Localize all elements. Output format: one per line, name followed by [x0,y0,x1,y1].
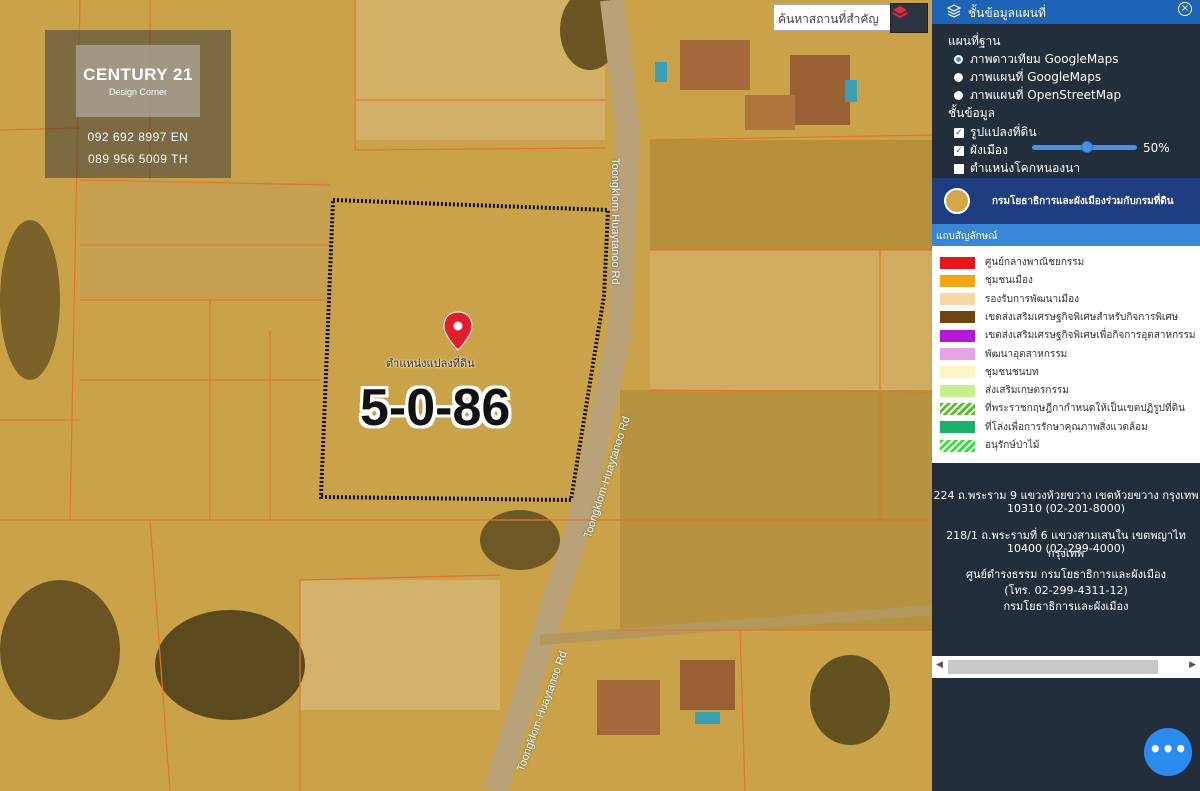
legend-swatch [940,274,975,287]
basemap-option[interactable]: ภาพดาวเทียม GoogleMaps [954,50,1119,69]
legend-item: ที่พระราชกฤษฎีกากำหนดให้เป็นเขตปฏิรูปที่… [940,401,1185,416]
layer-title: ชั้นข้อมูล [948,106,996,120]
radio-selected-icon[interactable] [954,55,963,64]
brand-logo: CENTURY 21 Design Corner [76,45,200,117]
legend-title: แถบสัญลักษณ์ [932,224,1200,246]
pin-label: ตำแหน่งแปลงที่ดิน [386,357,475,370]
opacity-slider[interactable] [1032,141,1137,153]
legend: แถบสัญลักษณ์ ศูนย์กลางพาณิชยกรรมชุมชนเมื… [932,224,1200,463]
layers-icon [892,6,908,19]
radio-icon[interactable] [954,73,963,82]
horizontal-scrollbar[interactable]: ◀ ▶ [932,656,1200,678]
legend-item: เขตส่งเสริมเศรษฐกิจพิเศษเพื่อกิจการอุตสา… [940,328,1196,343]
phone-th: 089 956 5009 TH [87,152,189,166]
close-icon[interactable]: × [1178,2,1192,16]
layers-button[interactable] [890,3,928,33]
panel-title: ชั้นข้อมูลแผนที่ [968,6,1046,20]
checkbox-checked-icon[interactable]: ✓ [954,145,964,156]
scroll-right-icon[interactable]: ▶ [1189,660,1196,670]
legend-label: อนุรักษ์ป่าไม้ [985,440,1040,451]
legend-item: ชุมชนเมือง [940,273,1033,288]
legend-swatch [940,329,975,342]
checkbox-icon[interactable] [954,163,964,174]
legend-swatch [940,439,975,452]
legend-swatch [940,366,975,379]
legend-item: พัฒนาอุตสาหกรรม [940,347,1067,362]
department-bar: กรมโยธาธิการและผังเมืองร่วมกับกรมที่ดิน [932,178,1200,224]
panel-header: ชั้นข้อมูลแผนที่ × [932,0,1200,24]
phone-en: 092 692 8997 EN [87,130,189,144]
legend-label: เขตส่งเสริมเศรษฐกิจพิเศษสำหรับกิจการพิเศ… [985,311,1179,323]
legend-label: ชุมชนชนบท [985,366,1039,378]
legend-label: ศูนย์กลางพาณิชยกรรม [985,257,1085,268]
brand-name: CENTURY 21 [83,65,193,84]
map-canvas[interactable]: Toongklom Huaytanoo Rd Toongklom-Huaytan… [0,0,932,791]
layer-option[interactable]: ✓ ผังเมือง [954,141,1008,160]
road-label: Toongklom Huaytanoo Rd [609,158,621,285]
scroll-thumb[interactable] [948,660,1158,674]
legend-item: ส่งเสริมเกษตรกรรม [940,383,1069,398]
address-line: 10310 (02-201-8000) [1007,502,1125,515]
address-line: 10400 (02-299-4000) [1007,542,1125,555]
more-button[interactable]: ••• [1144,728,1192,776]
legend-label: ที่โล่งเพื่อการรักษาคุณภาพสิ่งแวดล้อม [985,421,1148,433]
legend-swatch [940,293,975,306]
legend-label: ชุมชนเมือง [985,275,1033,287]
layers-icon [947,4,961,18]
department-name: กรมโยธาธิการและผังเมืองร่วมกับกรมที่ดิน [992,195,1174,207]
legend-swatch [940,384,975,397]
layer-option[interactable]: ✓ รูปแปลงที่ดิน [954,123,1037,142]
legend-swatch [940,402,975,415]
brand-sub: Design Corner [108,87,168,97]
basemap-option[interactable]: ภาพแผนที่ GoogleMaps [954,68,1101,87]
slider-handle[interactable] [1081,141,1093,153]
basemap-title: แผนที่ฐาน [948,34,1001,48]
legend-swatch [940,421,975,434]
legend-label: ที่พระราชกฤษฎีกากำหนดให้เป็นเขตปฏิรูปที่… [985,403,1185,415]
legend-label: ส่งเสริมเกษตรกรรม [985,385,1069,397]
legend-item: อนุรักษ์ป่าไม้ [940,438,1039,453]
legend-item: ศูนย์กลางพาณิชยกรรม [940,255,1084,270]
legend-item: รองรับการพัฒนาเมือง [940,292,1079,307]
brand-watermark: CENTURY 21 Design Corner 092 692 8997 EN… [45,30,231,178]
legend-item: ชุมชนชนบท [940,365,1039,380]
scroll-left-icon[interactable]: ◀ [936,660,943,670]
legend-label: เขตส่งเสริมเศรษฐกิจพิเศษเพื่อกิจการอุตสา… [985,330,1196,342]
legend-swatch [940,256,975,269]
opacity-value: 50% [1143,141,1170,155]
legend-item: เขตส่งเสริมเศรษฐกิจพิเศษสำหรับกิจการพิเศ… [940,310,1178,325]
search-input[interactable]: ค้นหาสถานที่สำคัญ [773,4,891,31]
checkbox-checked-icon[interactable]: ✓ [954,127,964,138]
center-line: กรมโยธาธิการและผังเมือง [1003,600,1129,613]
legend-item: ที่โล่งเพื่อการรักษาคุณภาพสิ่งแวดล้อม [940,420,1148,435]
basemap-option[interactable]: ภาพแผนที่ OpenStreetMap [954,86,1121,105]
plot-size-label: 5-0-86 [360,379,511,437]
layer-panel: ชั้นข้อมูลแผนที่ × แผนที่ฐาน ภาพดาวเทียม… [932,0,1200,791]
layer-option[interactable]: ตำแหน่งโคกหนองนา [954,159,1080,178]
legend-label: รองรับการพัฒนาเมือง [985,293,1079,305]
legend-swatch [940,348,975,360]
legend-label: พัฒนาอุตสาหกรรม [985,348,1068,360]
radio-icon[interactable] [954,91,963,100]
legend-swatch [940,311,975,324]
department-logo [944,188,970,214]
